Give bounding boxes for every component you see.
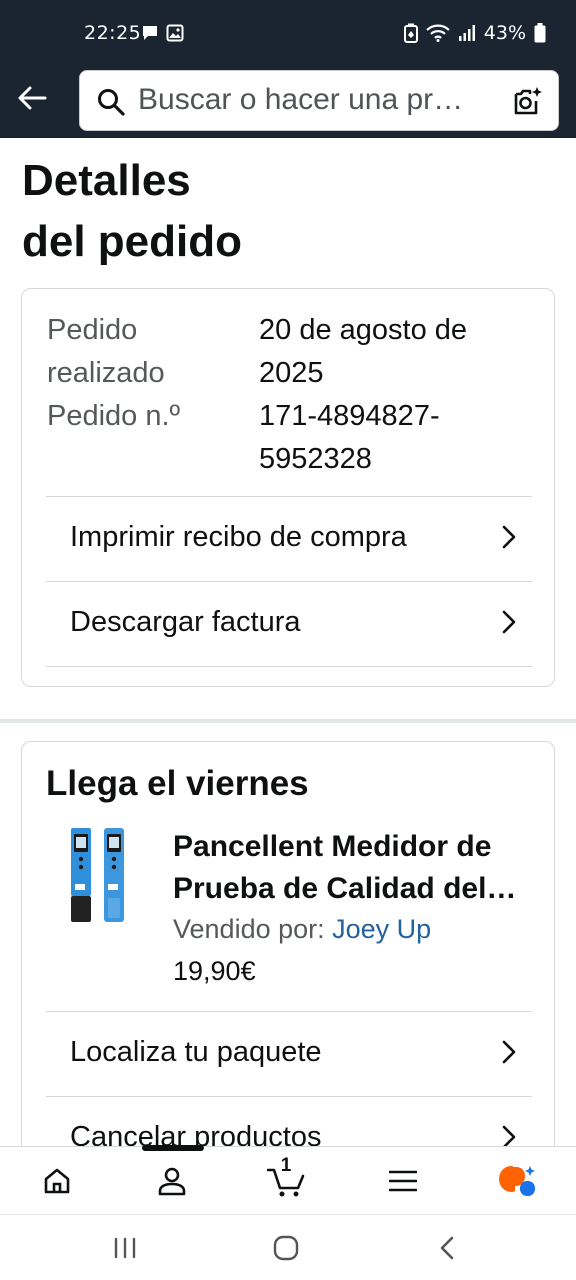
back-arrow-icon (18, 86, 47, 110)
track-package-label: Localiza tu paquete (70, 1036, 322, 1068)
account-icon (158, 1167, 186, 1196)
shipment-card: Llega el viernes Pancellent Medidor de P… (21, 741, 555, 1201)
seller-link[interactable]: Joey Up (332, 914, 431, 944)
product-price: 19,90€ (173, 956, 256, 986)
product-image[interactable] (66, 826, 132, 926)
download-invoice-label: Descargar factura (70, 606, 301, 638)
nav-account[interactable] (152, 1161, 192, 1201)
delivery-heading: Llega el viernes (46, 764, 309, 803)
nav-menu[interactable] (383, 1161, 423, 1201)
recent-apps-icon[interactable] (112, 1235, 138, 1261)
print-receipt-label: Imprimir recibo de compra (70, 521, 407, 553)
back-button[interactable] (14, 80, 50, 116)
order-placed-row: Pedido realizado 20 de agosto de 2025 (47, 309, 537, 395)
rufus-assistant-icon (499, 1166, 535, 1196)
battery-percent: 43% (483, 22, 526, 44)
chevron-right-icon (502, 610, 516, 634)
chat-notification-icon (143, 26, 157, 40)
system-nav-bar (0, 1214, 576, 1280)
page-title: Detalles del pedido (22, 150, 242, 272)
menu-icon (389, 1170, 417, 1192)
active-tab-indicator (142, 1145, 204, 1151)
seller-prefix: Vendido por: (173, 914, 333, 944)
battery-saver-icon (403, 23, 418, 43)
status-right-group: 43% (403, 22, 546, 44)
order-number-label: Pedido n.º (47, 400, 181, 432)
home-button-icon[interactable] (273, 1235, 299, 1261)
wifi-icon (426, 24, 450, 42)
app-header: Buscar o hacer una pr… (0, 66, 576, 138)
order-number-row: Pedido n.º 171-4894827- 5952328 (47, 395, 537, 481)
battery-icon (534, 23, 546, 43)
track-package-row[interactable]: Localiza tu paquete (46, 1011, 532, 1097)
search-placeholder[interactable]: Buscar o hacer una pr… (138, 83, 498, 117)
order-placed-label: Pedido realizado (47, 314, 165, 389)
nav-rufus[interactable] (498, 1161, 538, 1201)
product-seller: Vendido por: Joey Up (173, 914, 431, 945)
download-invoice-row[interactable]: Descargar factura (46, 581, 532, 667)
page-title-line2: del pedido (22, 217, 242, 266)
camera-lens-icon[interactable] (512, 85, 544, 117)
cart-count: 1 (280, 1155, 292, 1176)
status-bar: 22:25 43% (0, 0, 576, 66)
order-meta: Pedido realizado 20 de agosto de 2025 Pe… (47, 309, 537, 481)
home-icon (44, 1168, 70, 1194)
status-time: 22:25 (84, 22, 142, 44)
page-title-line1: Detalles (22, 156, 191, 205)
nav-home[interactable] (37, 1161, 77, 1201)
order-number-value: 171-4894827- 5952328 (259, 400, 440, 475)
nav-cart[interactable]: 1 (266, 1155, 308, 1201)
signal-icon (458, 25, 475, 41)
back-button-icon[interactable] (437, 1235, 459, 1261)
chevron-right-icon (502, 1040, 516, 1064)
order-placed-value: 20 de agosto de 2025 (259, 314, 468, 389)
search-icon (98, 89, 125, 116)
bottom-nav: 1 (0, 1145, 576, 1214)
image-notification-icon (166, 24, 184, 42)
print-receipt-row[interactable]: Imprimir recibo de compra (46, 496, 532, 582)
order-info-card: Pedido realizado 20 de agosto de 2025 Pe… (21, 288, 555, 687)
chevron-right-icon (502, 525, 516, 549)
section-divider (0, 719, 576, 723)
search-bar[interactable]: Buscar o hacer una pr… (79, 70, 559, 131)
product-title[interactable]: Pancellent Medidor de Prueba de Calidad … (173, 826, 538, 910)
